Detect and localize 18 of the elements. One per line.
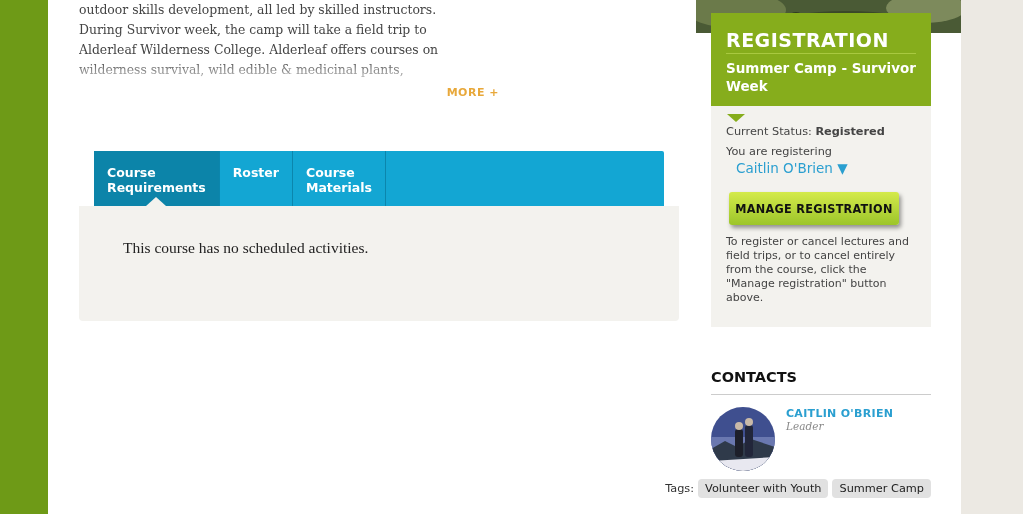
registration-note: To register or cancel lectures and field trips, or to cancel entirely from the course, click the "Manage registration" button above. — [726, 235, 910, 305]
more-link[interactable]: MORE + — [446, 86, 499, 99]
tags-label: Tags: — [665, 482, 695, 495]
status-value: Registered — [815, 125, 885, 138]
tab[interactable]: Course Requirements — [94, 151, 220, 206]
course-title: Summer Camp - Survivor Week — [726, 59, 916, 95]
registration-title: REGISTRATION — [726, 29, 916, 54]
description-text: outdoor skills development, all led by skilled instructors. During Survivor week, the camp will take a field trip to Alderleaf Wilderness College. Alderleaf offers courses on wilderness survival, wild edible & medicinal plants, — [79, 1, 440, 79]
contact-role: Leader — [786, 420, 825, 432]
registering-label: You are registering — [726, 145, 833, 158]
manage-registration-button[interactable]: MANAGE REGISTRATION — [729, 192, 899, 225]
contact-name[interactable]: CAITLIN O'BRIEN — [786, 407, 894, 420]
contacts-heading: CONTACTS — [711, 369, 931, 395]
empty-message: This course has no scheduled activities. — [123, 239, 370, 257]
registrant-dropdown[interactable]: Caitlin O'Brien ▼ — [736, 160, 916, 176]
tag[interactable]: Summer Camp — [832, 479, 931, 498]
status-label: Current Status: — [726, 125, 812, 138]
tag[interactable]: Volunteer with Youth — [698, 479, 829, 498]
